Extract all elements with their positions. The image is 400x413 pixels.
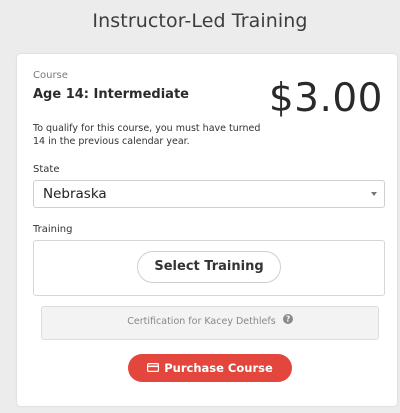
certification-box: Certification for Kacey Dethlefs ? — [41, 306, 379, 340]
state-selected-value: Nebraska — [43, 186, 107, 202]
purchase-course-label: Purchase Course — [164, 361, 273, 375]
course-price: $3.00 — [268, 76, 383, 121]
training-label: Training — [33, 224, 73, 235]
page: Instructor-Led Training Course Age 14: I… — [0, 0, 400, 413]
certification-label: Certification for Kacey Dethlefs — [127, 316, 276, 327]
course-label: Course — [33, 70, 68, 81]
state-label: State — [33, 164, 60, 175]
purchase-course-button[interactable]: Purchase Course — [128, 354, 292, 382]
training-container: Select Training — [33, 240, 385, 296]
qualification-text: To qualify for this course, you must hav… — [33, 123, 261, 147]
chevron-down-icon — [371, 192, 377, 196]
help-circle-icon[interactable]: ? — [282, 314, 293, 327]
svg-text:?: ? — [286, 315, 290, 324]
course-card: Course Age 14: Intermediate $3.00 To qua… — [17, 54, 397, 406]
certification-text: Certification for Kacey Dethlefs ? — [127, 314, 293, 327]
page-title: Instructor-Led Training — [92, 10, 308, 32]
select-training-button[interactable]: Select Training — [137, 251, 281, 283]
credit-card-icon — [147, 354, 160, 382]
course-name: Age 14: Intermediate — [33, 87, 189, 102]
page-header: Instructor-Led Training — [0, 0, 400, 42]
state-select[interactable]: Nebraska — [33, 180, 385, 208]
